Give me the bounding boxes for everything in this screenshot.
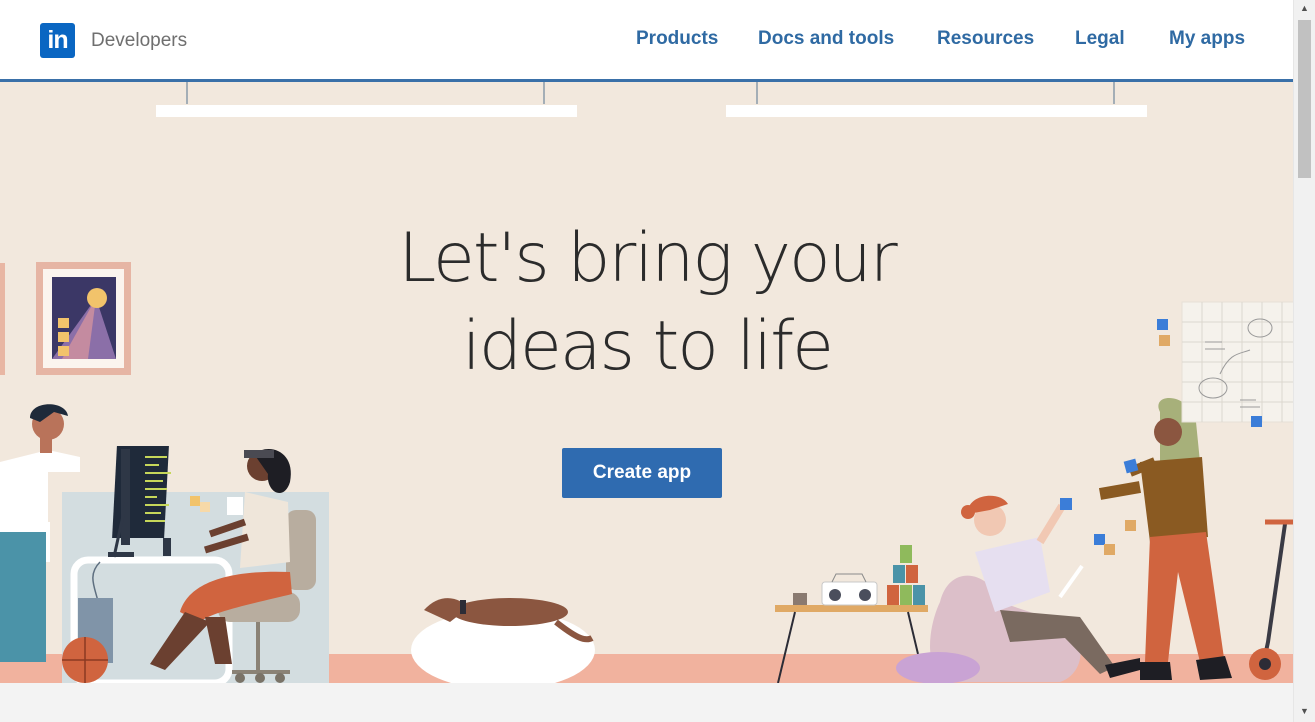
woman-on-beanbag [896,495,1140,683]
linkedin-logo-icon[interactable]: in [40,23,75,58]
standing-woman [1098,398,1232,680]
scroll-up-arrow-icon[interactable]: ▲ [1300,3,1309,13]
nav-docs-and-tools[interactable]: Docs and tools [758,28,894,50]
page-below-fold [0,683,1294,722]
nav-products[interactable]: Products [636,28,718,50]
developers-brand-label[interactable]: Developers [91,30,187,52]
create-app-button[interactable]: Create app [562,448,722,498]
nav-resources[interactable]: Resources [937,28,1034,50]
vertical-scrollbar[interactable]: ▲ ▼ [1293,0,1315,722]
ceiling-light-left [156,82,577,117]
scrollbar-thumb[interactable] [1298,20,1311,178]
nav-legal[interactable]: Legal [1075,28,1125,50]
hero-section: Let's bring your ideas to life Create ap… [0,82,1294,683]
scroll-down-arrow-icon[interactable]: ▼ [1300,706,1309,716]
hero-headline-line-2: ideas to life [461,307,834,386]
nav-my-apps[interactable]: My apps [1169,28,1245,50]
hero-headline-line-1: Let's bring your [398,219,897,298]
dog-on-beanbag [411,598,595,683]
ceiling-light-right [726,82,1147,117]
top-navigation-bar: in Developers Products Docs and tools Re… [0,0,1294,82]
